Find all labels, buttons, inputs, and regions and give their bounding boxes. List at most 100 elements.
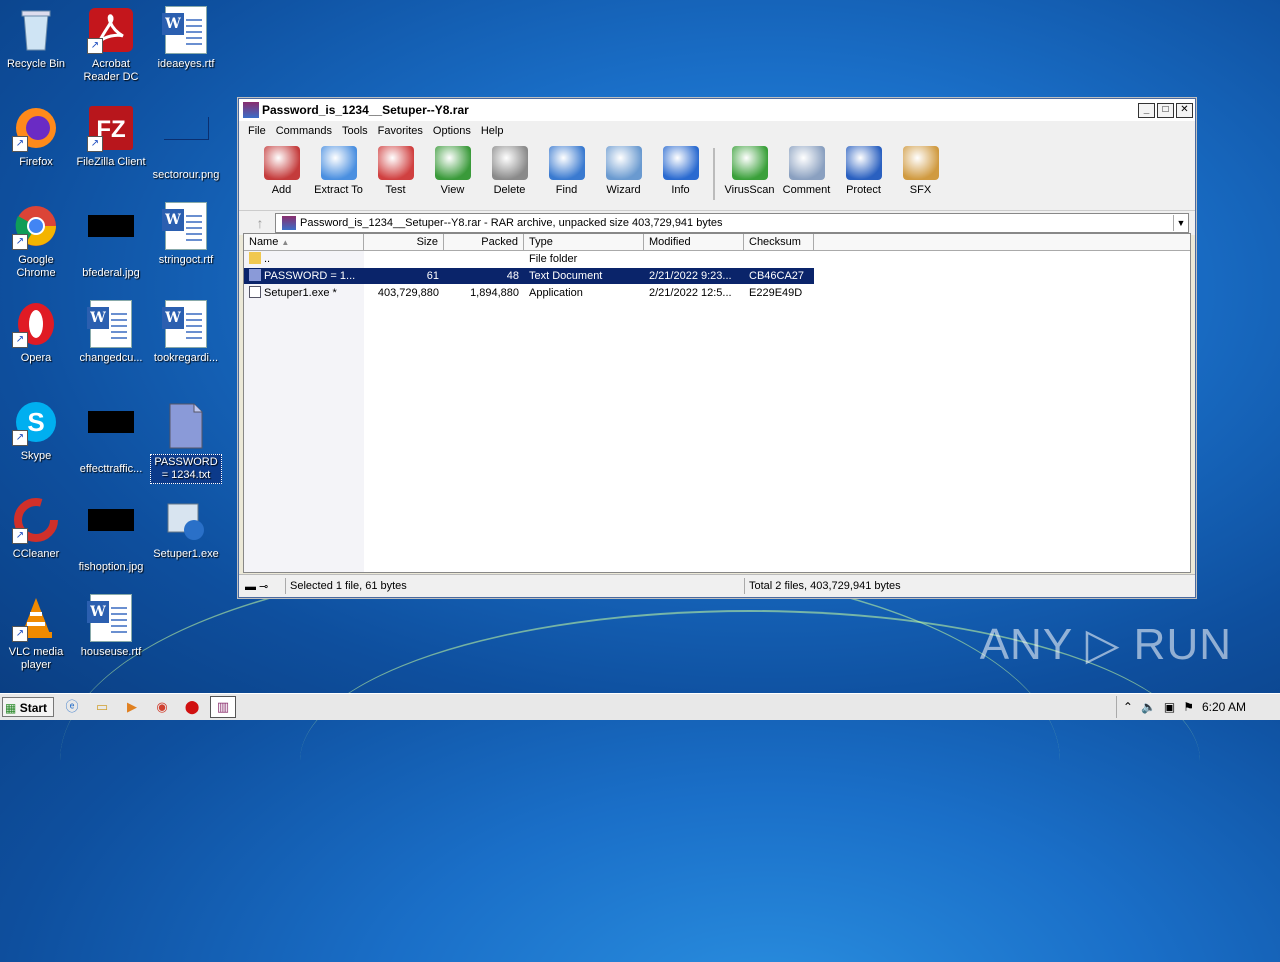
column-header-name[interactable]: Name ▲: [244, 234, 364, 250]
column-header-checksum[interactable]: Checksum: [744, 234, 814, 250]
ccleaner-icon: ↗: [12, 496, 60, 544]
menu-help[interactable]: Help: [476, 125, 509, 137]
menu-file[interactable]: File: [243, 125, 271, 137]
column-header-type[interactable]: Type: [524, 234, 644, 250]
toolbar-button-virusscan[interactable]: VirusScan: [721, 146, 778, 196]
desktop-icon-recycle-bin[interactable]: Recycle Bin: [0, 6, 72, 71]
installer-icon: [162, 496, 210, 544]
menu-favorites[interactable]: Favorites: [373, 125, 428, 137]
desktop-icon-label: Recycle Bin: [6, 58, 66, 70]
desktop-icon-label: changedcu...: [79, 352, 143, 364]
chrome-taskbar-icon[interactable]: ◉: [150, 697, 174, 717]
column-header-modified[interactable]: Modified: [644, 234, 744, 250]
desktop-icon-vlc[interactable]: ↗ VLC media player: [0, 594, 72, 672]
column-header-row: Name ▲ Size Packed Type Modified Checksu…: [244, 234, 1190, 251]
toolbar-button-extract-to[interactable]: Extract To: [310, 146, 367, 196]
menu-bar: File Commands Tools Favorites Options He…: [239, 121, 1195, 140]
desktop-icon-fishoption[interactable]: fishoption.jpg: [75, 496, 147, 574]
window-titlebar[interactable]: Password_is_1234__Setuper--Y8.rar _ □ ✕: [239, 99, 1195, 121]
desktop-icon-stringoct[interactable]: W stringoct.rtf: [150, 202, 222, 267]
status-selected: Selected 1 file, 61 bytes: [285, 578, 744, 594]
cell-type: File folder: [529, 253, 578, 265]
desktop-icon-setuper1[interactable]: Setuper1.exe: [150, 496, 222, 561]
sort-ascending-icon: ▲: [281, 238, 290, 247]
desktop-icon-firefox[interactable]: ↗ Firefox: [0, 104, 72, 169]
toolbar-button-label: Wizard: [606, 184, 641, 196]
desktop-icon-chrome[interactable]: ↗ Google Chrome: [0, 202, 72, 280]
show-hidden-icons-icon[interactable]: ⌃: [1123, 700, 1133, 714]
menu-options[interactable]: Options: [428, 125, 476, 137]
table-row[interactable]: Setuper1.exe * 403,729,880 1,894,880 App…: [244, 285, 814, 301]
column-header-packed[interactable]: Packed: [444, 234, 524, 250]
desktop-icon-label: FileZilla Client: [76, 156, 146, 168]
toolbar-button-label: Find: [555, 184, 578, 196]
system-tray: ⌃ 🔈 ▣ ⚑ 6:20 AM: [1115, 696, 1280, 718]
desktop-icon-sectorour[interactable]: sectorour.png: [150, 104, 222, 182]
desktop-icon-password-txt[interactable]: PASSWORD = 1234.txt: [150, 402, 222, 484]
winrar-taskbar-icon[interactable]: ▥: [210, 696, 236, 718]
shortcut-arrow-icon: ↗: [12, 528, 28, 544]
desktop-icon-filezilla[interactable]: FZ ↗ FileZilla Client: [75, 104, 147, 169]
desktop-icon-skype[interactable]: S ↗ Skype: [0, 398, 72, 463]
media-player-taskbar-icon[interactable]: ▶: [120, 697, 144, 717]
desktop-icon-effecttraffic[interactable]: effecttraffic...: [75, 398, 147, 476]
table-row-selected[interactable]: PASSWORD = 1... 61 48 Text Document 2/21…: [244, 268, 814, 284]
up-arrow-icon[interactable]: ↑: [245, 215, 275, 231]
desktop-icon-ideaeyes[interactable]: W ideaeyes.rtf: [150, 6, 222, 71]
desktop-icon-label: houseuse.rtf: [80, 646, 142, 658]
cell-packed: [444, 251, 524, 267]
toolbar-button-delete[interactable]: Delete: [481, 146, 538, 196]
toolbar-button-label: Protect: [846, 184, 881, 196]
toolbar-button-protect[interactable]: Protect: [835, 146, 892, 196]
column-header-size[interactable]: Size: [364, 234, 444, 250]
shortcut-arrow-icon: ↗: [12, 430, 28, 446]
ie-taskbar-icon[interactable]: ⓔ: [60, 697, 84, 717]
toolbar-button-comment[interactable]: Comment: [778, 146, 835, 196]
toolbar-button-test[interactable]: Test: [367, 146, 424, 196]
desktop-icon-changedcu[interactable]: W changedcu...: [75, 300, 147, 365]
maximize-button[interactable]: □: [1157, 102, 1174, 118]
toolbar-button-label: View: [440, 184, 465, 196]
minimize-button[interactable]: _: [1138, 102, 1155, 118]
filezilla-icon: FZ ↗: [87, 104, 135, 152]
desktop-icon-label: PASSWORD = 1234.txt: [150, 454, 222, 484]
drive-icon[interactable]: ▬ ⊸: [239, 580, 285, 593]
desktop-icon-houseuse[interactable]: W houseuse.rtf: [75, 594, 147, 659]
opera-taskbar-icon[interactable]: ⬤: [180, 697, 204, 717]
text-file-icon: [162, 402, 210, 450]
explorer-taskbar-icon[interactable]: ▭: [90, 697, 114, 717]
trash-icon: [491, 146, 528, 180]
toolbar-button-add[interactable]: Add: [253, 146, 310, 196]
desktop-icon-acrobat[interactable]: ↗ Acrobat Reader DC: [75, 6, 147, 84]
network-icon[interactable]: ▣: [1164, 700, 1175, 714]
table-row[interactable]: .. File folder: [244, 251, 814, 267]
extract-folder-icon: [320, 146, 357, 180]
start-label: Start: [19, 701, 48, 715]
cell-modified: 2/21/2022 9:23...: [649, 270, 732, 282]
start-button[interactable]: ▦ Start: [2, 697, 54, 717]
desktop-icon-ccleaner[interactable]: ↗ CCleaner: [0, 496, 72, 561]
shortcut-arrow-icon: ↗: [12, 332, 28, 348]
volume-icon[interactable]: 🔈: [1141, 700, 1156, 714]
menu-commands[interactable]: Commands: [271, 125, 337, 137]
menu-tools[interactable]: Tools: [337, 125, 373, 137]
chevron-down-icon[interactable]: ▼: [1173, 215, 1188, 231]
address-field[interactable]: Password_is_1234__Setuper--Y8.rar - RAR …: [275, 213, 1189, 233]
toolbar-button-sfx[interactable]: SFX: [892, 146, 949, 196]
clock[interactable]: 6:20 AM: [1202, 700, 1272, 714]
bug-icon: [731, 146, 768, 180]
desktop-icon-opera[interactable]: ↗ Opera: [0, 300, 72, 365]
cell-packed: 1,894,880: [470, 287, 519, 299]
shortcut-arrow-icon: ↗: [87, 38, 103, 54]
desktop-icon-tookregardi[interactable]: W tookregardi...: [150, 300, 222, 365]
magnifier-icon: [548, 146, 585, 180]
close-button[interactable]: ✕: [1176, 102, 1193, 118]
toolbar-button-find[interactable]: Find: [538, 146, 595, 196]
toolbar-button-view[interactable]: View: [424, 146, 481, 196]
toolbar-button-info[interactable]: Info: [652, 146, 709, 196]
desktop-icon-bfederal[interactable]: bfederal.jpg: [75, 202, 147, 280]
jpg-thumbnail-icon: [87, 509, 135, 557]
test-clipboard-icon: [377, 146, 414, 180]
action-center-flag-icon[interactable]: ⚑: [1183, 700, 1194, 714]
toolbar-button-wizard[interactable]: Wizard: [595, 146, 652, 196]
